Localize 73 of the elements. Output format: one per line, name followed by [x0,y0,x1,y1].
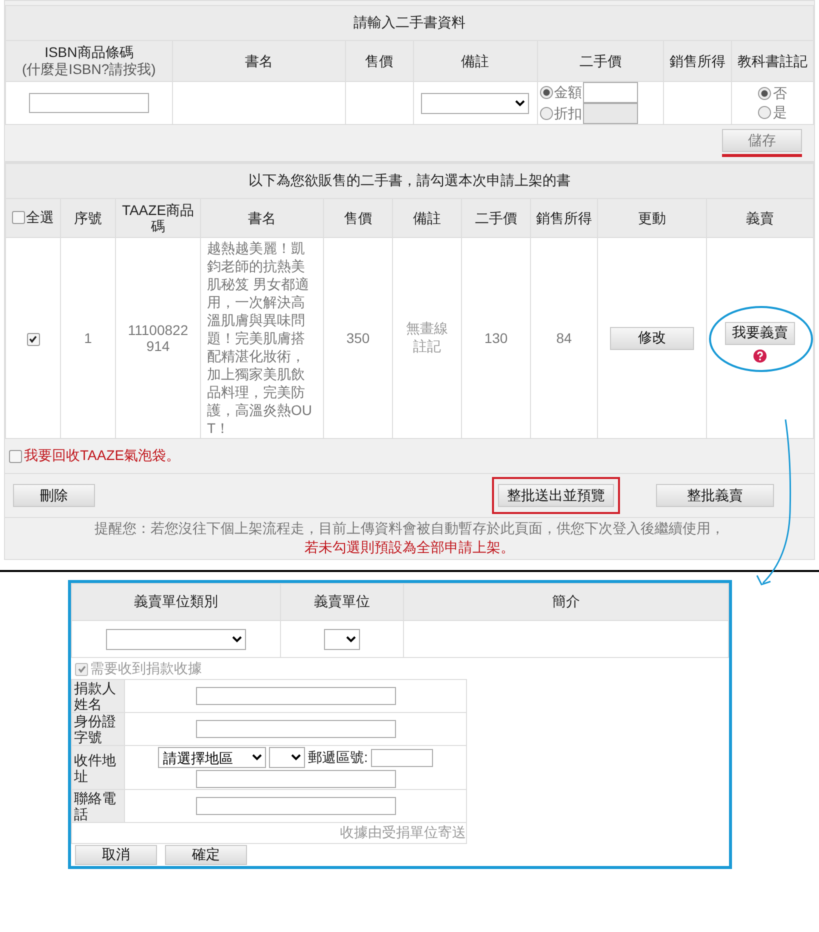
table-cell: 350 [346,330,370,346]
table-title: 請輸入二手書資料 [6,6,814,40]
checkbox[interactable] [12,210,25,224]
column-header: 義賣單位類別 [134,593,218,609]
radio-button[interactable] [540,107,553,120]
postal-label: 郵遞區號: [308,748,368,766]
column-header: 銷售所得 [536,210,592,226]
radio-label: 否 [773,84,788,103]
reminder-text: 提醒您：若您沒往下個上架流程走，目前上傳資料會被自動暫存於此頁面，供您下次登入後繼續使用， [94,519,726,538]
district-dropdown[interactable] [269,747,306,768]
field-label: 身份證字號 [74,713,116,745]
checkbox-label: 需要收到捐款收據 [90,660,202,678]
field-label: 收件地址 [74,752,116,784]
radio-label: 折扣 [554,104,582,122]
radio-button[interactable] [758,87,772,100]
price-field[interactable] [582,103,638,124]
unit-dropdown[interactable] [324,628,360,650]
radio-label: 金額 [554,84,582,102]
table-cell: 84 [556,330,572,346]
column-header: 銷售所得 [670,52,726,68]
checkbox[interactable] [9,450,22,462]
field-label: 捐款人姓名 [74,680,116,712]
isbn-field[interactable] [28,93,149,113]
column-header: 教科書註記 [738,52,808,68]
region-dropdown[interactable]: 請選擇地區 [158,747,266,768]
address-field[interactable] [196,770,396,788]
book-title: 越熱越美麗！凱鈞老師的抗熱美肌秘笈 男女都適用，一次解決高溫肌膚與異味問題！完美肌膚搭配精湛化妝術，加上獨家美肌飲品料理，完美防護，高溫炎熱OUT！ [207,240,312,436]
preview-button[interactable]: 整批送出並預覽 [498,484,614,507]
text-field[interactable] [196,687,396,705]
column-header: 書名 [244,52,273,68]
column-header: ISBN商品條碼 [44,44,134,60]
column-header: 售價 [365,52,394,68]
form-button[interactable]: 取消 [75,845,157,865]
column-header: 序號 [74,210,102,226]
charity-button[interactable]: 我要義賣 [725,322,795,344]
column-header: 更動 [638,210,666,226]
column-header: 書名 [248,210,276,226]
edit-button[interactable]: 修改 [610,326,694,350]
checkbox-label: 我要回收TAAZE氣泡袋。 [24,447,180,465]
column-header: 備註 [461,52,490,68]
checkbox[interactable] [26,332,40,346]
text-field[interactable] [196,797,396,815]
warning-text: 若未勾選則預設為全部申請上架。 [304,538,516,557]
table-cell: 1 [84,330,92,346]
column-header: 備註 [413,210,441,226]
column-header: 簡介 [552,593,580,609]
radio-label: 是 [773,103,788,122]
table-cell: 130 [484,330,508,346]
column-header: 二手價 [580,52,622,68]
table-cell-text: 11100822914 [126,322,190,354]
column-header: 二手價 [475,210,517,226]
table-title: 以下為您欲販售的二手書，請勾選本次申請上架的書 [6,164,814,198]
checkbox-label: 全選 [26,209,54,226]
radio-button[interactable] [758,106,772,119]
save-button[interactable]: 儲存 [722,129,802,152]
postal-field[interactable] [370,748,433,766]
note-dropdown[interactable] [421,92,530,114]
column-header: 售價 [344,210,372,226]
column-header: 義賣 [746,210,774,226]
column-header: 義賣單位 [314,593,370,609]
column-header: TAAZE商品碼 [122,202,194,234]
note-text: 收據由受捐單位寄送 [340,824,466,840]
radio-button[interactable] [540,86,553,99]
table-cell-text: 無畫線註記 [405,320,449,356]
delete-button[interactable]: 刪除 [13,484,95,507]
help-icon[interactable] [753,348,767,362]
form-button[interactable]: 確定 [165,845,247,865]
field-label: 聯絡電話 [74,790,116,822]
price-field[interactable] [582,82,638,103]
batch-charity-button[interactable]: 整批義賣 [656,484,774,507]
text-field[interactable] [196,720,396,738]
category-dropdown[interactable] [106,628,246,650]
isbn-help-link[interactable]: (什麼是ISBN?請按我) [8,61,170,78]
